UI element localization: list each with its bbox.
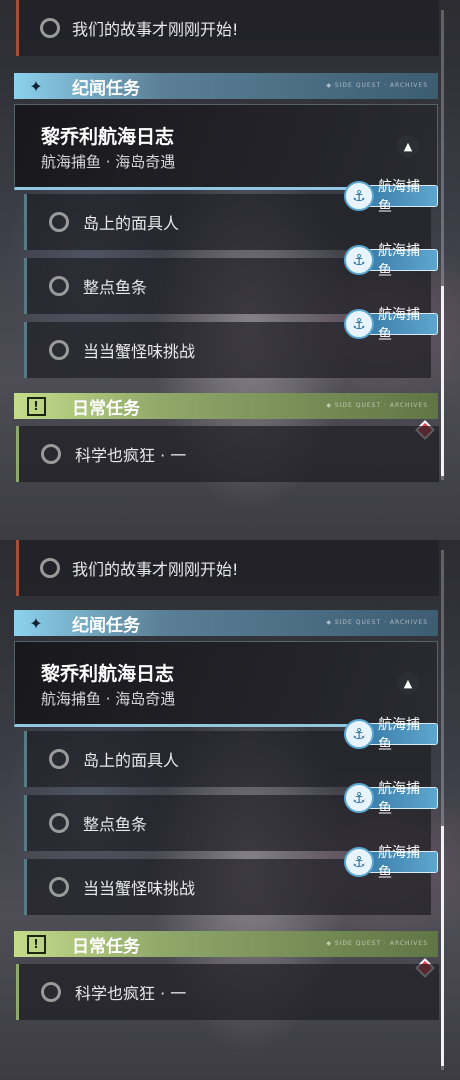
- chevron-up-icon[interactable]: ▲: [397, 135, 419, 157]
- scrollbar-thumb[interactable]: [441, 826, 444, 1066]
- quest-row-intro[interactable]: 我们的故事才刚刚开始!: [16, 540, 439, 596]
- circle-icon: [49, 340, 69, 360]
- story-quest-header: ✦ 纪闻任务 ◆ SIDE QUEST · ARCHIVES: [14, 610, 438, 636]
- sparkle-icon: ✦: [29, 613, 43, 633]
- chapter-card[interactable]: 黎乔利航海日志 航海捕鱼 · 海岛奇遇 ▲: [14, 104, 438, 190]
- quest-label: 科学也疯狂 · 一: [75, 446, 187, 465]
- chapter-title: 黎乔利航海日志: [41, 663, 175, 685]
- tag-label: 航海捕鱼: [368, 845, 438, 881]
- circle-icon: [49, 212, 69, 232]
- quest-tag: ⚓ 航海捕鱼: [344, 179, 438, 215]
- circle-icon: [49, 877, 69, 897]
- circle-icon: [49, 276, 69, 296]
- daily-header-title: 日常任务: [72, 936, 140, 957]
- anchor-icon: ⚓: [344, 847, 374, 877]
- chapter-title: 黎乔利航海日志: [41, 126, 175, 148]
- quest-panel-bottom: 我们的故事才刚刚开始! ✦ 纪闻任务 ◆ SIDE QUEST · ARCHIV…: [0, 540, 460, 1080]
- tag-label: 航海捕鱼: [368, 243, 438, 279]
- story-header-title: 纪闻任务: [72, 615, 140, 636]
- tag-label: 航海捕鱼: [368, 179, 438, 215]
- sparkle-icon: ✦: [29, 76, 43, 96]
- quest-tag: ⚓ 航海捕鱼: [344, 307, 438, 343]
- daily-quest-header: ! 日常任务 ◆ SIDE QUEST · ARCHIVES: [14, 393, 438, 419]
- chapter-subtitle: 航海捕鱼 · 海岛奇遇: [41, 153, 176, 171]
- quest-tag: ⚓ 航海捕鱼: [344, 781, 438, 817]
- tag-label: 航海捕鱼: [368, 717, 438, 753]
- quest-label: 我们的故事才刚刚开始!: [72, 560, 239, 579]
- exclamation-icon: !: [14, 393, 58, 419]
- anchor-icon: ⚓: [344, 245, 374, 275]
- quest-row-daily[interactable]: 科学也疯狂 · 一: [16, 964, 439, 1020]
- quest-row-intro[interactable]: 我们的故事才刚刚开始!: [16, 0, 439, 56]
- quest-label: 科学也疯狂 · 一: [75, 984, 187, 1003]
- circle-icon: [49, 749, 69, 769]
- header-decoration: ◆ SIDE QUEST · ARCHIVES: [326, 82, 428, 89]
- story-header-title: 纪闻任务: [72, 78, 140, 99]
- daily-quest-header: ! 日常任务 ◆ SIDE QUEST · ARCHIVES: [14, 931, 438, 957]
- exclamation-icon: !: [14, 931, 58, 957]
- circle-icon: [49, 813, 69, 833]
- header-decoration: ◆ SIDE QUEST · ARCHIVES: [326, 619, 428, 626]
- chapter-subtitle: 航海捕鱼 · 海岛奇遇: [41, 690, 176, 708]
- header-decoration: ◆ SIDE QUEST · ARCHIVES: [326, 402, 428, 409]
- chevron-up-icon[interactable]: ▲: [397, 672, 419, 694]
- circle-icon: [41, 444, 61, 464]
- chapter-card[interactable]: 黎乔利航海日志 航海捕鱼 · 海岛奇遇 ▲: [14, 641, 438, 727]
- scrollbar-thumb[interactable]: [441, 286, 444, 476]
- quest-label: 整点鱼条: [83, 815, 148, 834]
- quest-tag: ⚓ 航海捕鱼: [344, 717, 438, 753]
- quest-tag: ⚓ 航海捕鱼: [344, 845, 438, 881]
- circle-icon: [40, 558, 60, 578]
- quest-label: 我们的故事才刚刚开始!: [72, 20, 239, 39]
- circle-icon: [40, 18, 60, 38]
- quest-label: 当当蟹怪味挑战: [83, 342, 196, 361]
- circle-icon: [41, 982, 61, 1002]
- daily-header-title: 日常任务: [72, 398, 140, 419]
- quest-panel-top: 我们的故事才刚刚开始! ✦ 纪闻任务 ◆ SIDE QUEST · ARCHIV…: [0, 0, 460, 540]
- quest-label: 岛上的面具人: [83, 214, 180, 233]
- anchor-icon: ⚓: [344, 783, 374, 813]
- quest-row-daily[interactable]: 科学也疯狂 · 一: [16, 426, 439, 482]
- tag-label: 航海捕鱼: [368, 307, 438, 343]
- quest-label: 岛上的面具人: [83, 751, 180, 770]
- anchor-icon: ⚓: [344, 181, 374, 211]
- tag-label: 航海捕鱼: [368, 781, 438, 817]
- anchor-icon: ⚓: [344, 309, 374, 339]
- quest-label: 整点鱼条: [83, 278, 148, 297]
- header-decoration: ◆ SIDE QUEST · ARCHIVES: [326, 940, 428, 947]
- anchor-icon: ⚓: [344, 719, 374, 749]
- quest-tag: ⚓ 航海捕鱼: [344, 243, 438, 279]
- quest-label: 当当蟹怪味挑战: [83, 879, 196, 898]
- story-quest-header: ✦ 纪闻任务 ◆ SIDE QUEST · ARCHIVES: [14, 73, 438, 99]
